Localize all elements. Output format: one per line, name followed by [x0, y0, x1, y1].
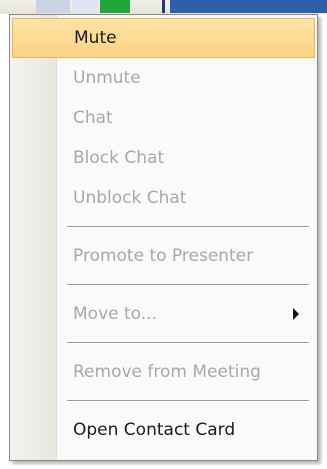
menu-item-unmute[interactable]: Unmute	[10, 58, 317, 98]
menu-item-move-to[interactable]: Move to...	[10, 294, 317, 334]
menu-item-block-chat[interactable]: Block Chat	[10, 138, 317, 178]
menu-separator	[10, 392, 317, 410]
menu-items: Mute Unmute Chat Block Chat Unblock Chat…	[10, 18, 317, 450]
menu-item-move-to-label: Move to...	[73, 304, 157, 324]
menu-item-promote-to-presenter[interactable]: Promote to Presenter	[10, 236, 317, 276]
menu-item-unblock-chat[interactable]: Unblock Chat	[10, 178, 317, 218]
background-window-strip	[0, 0, 327, 14]
context-menu: Mute Unmute Chat Block Chat Unblock Chat…	[9, 14, 318, 461]
menu-item-chat[interactable]: Chat	[10, 98, 317, 138]
menu-item-open-contact-card[interactable]: Open Contact Card	[10, 410, 317, 450]
menu-separator	[10, 218, 317, 236]
background-fragment	[72, 0, 98, 13]
menu-separator	[10, 334, 317, 352]
chevron-right-icon	[293, 308, 299, 320]
menu-item-remove-from-meeting[interactable]: Remove from Meeting	[10, 352, 317, 392]
background-fragment	[36, 0, 70, 13]
background-window-edge	[170, 0, 327, 13]
background-status-indicator	[100, 0, 130, 13]
menu-item-mute[interactable]: Mute	[12, 18, 315, 58]
menu-separator	[10, 276, 317, 294]
background-fragment	[162, 0, 165, 13]
screenshot: Mute Unmute Chat Block Chat Unblock Chat…	[0, 0, 327, 469]
